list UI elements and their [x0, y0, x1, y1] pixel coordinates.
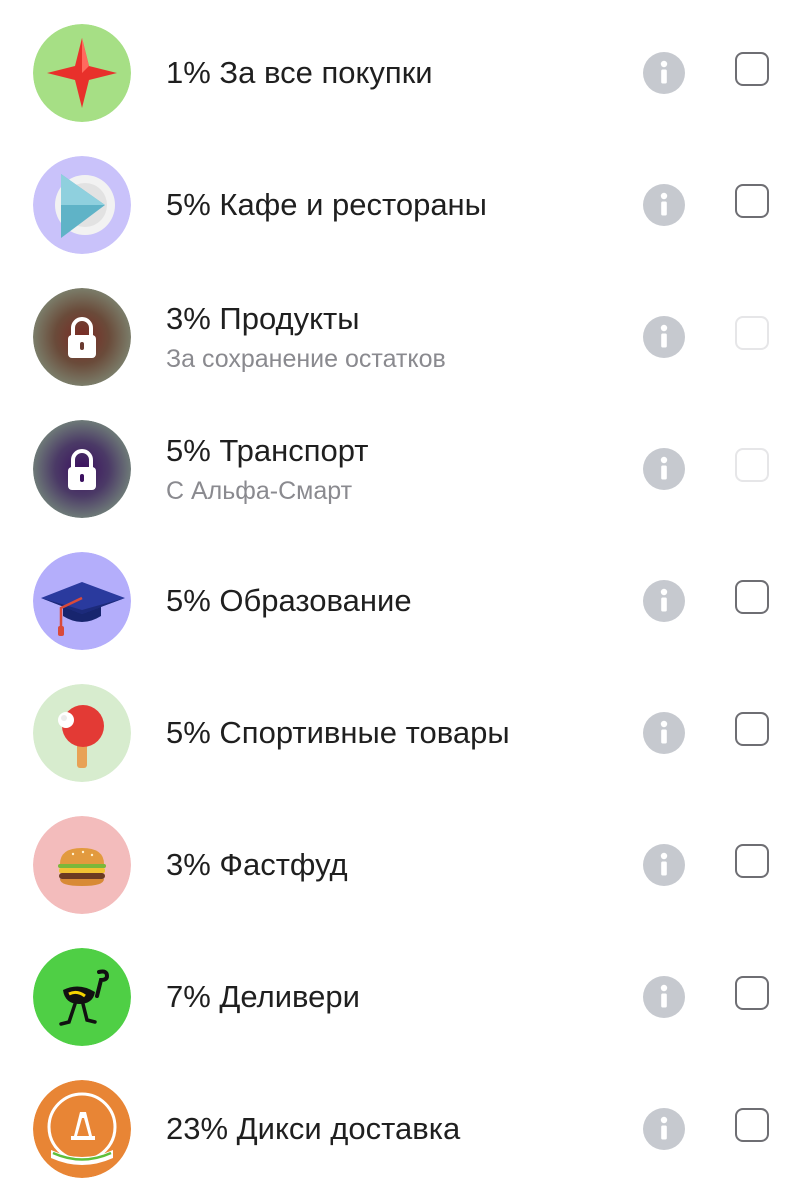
category-title: 1% За все покупки: [166, 55, 433, 90]
category-title: 5% Кафе и рестораны: [166, 187, 487, 222]
dixy-logo-icon: [33, 1080, 131, 1178]
category-texts: 23% Дикси доставка: [166, 1110, 626, 1148]
category-texts: 5% Спортивные товары: [166, 714, 626, 752]
category-title: 5% Образование: [166, 583, 412, 618]
category-avatar: [33, 156, 131, 254]
info-icon[interactable]: [643, 1108, 685, 1150]
category-texts: 3% Продукты За сохранение остатков: [166, 300, 626, 374]
category-avatar: [33, 684, 131, 782]
category-avatar: [33, 948, 131, 1046]
category-title: 5% Транспорт: [166, 433, 369, 468]
category-texts: 7% Деливери: [166, 978, 626, 1016]
category-checkbox[interactable]: [735, 580, 769, 614]
category-title: 23% Дикси доставка: [166, 1111, 461, 1146]
red-star-icon: [33, 24, 131, 122]
play-plate-icon: [33, 156, 131, 254]
burger-icon: [33, 816, 131, 914]
category-texts: 5% Кафе и рестораны: [166, 186, 626, 224]
category-row-sports[interactable]: 5% Спортивные товары: [0, 667, 804, 799]
category-title: 3% Фастфуд: [166, 847, 348, 882]
category-checkbox-disabled: [735, 316, 769, 350]
category-texts: 3% Фастфуд: [166, 846, 626, 884]
category-checkbox[interactable]: [735, 184, 769, 218]
category-checkbox[interactable]: [735, 1108, 769, 1142]
category-avatar: [33, 288, 131, 386]
info-icon[interactable]: [643, 316, 685, 358]
category-row-transport[interactable]: 5% Транспорт С Альфа-Смарт: [0, 403, 804, 535]
category-row-cafes[interactable]: 5% Кафе и рестораны: [0, 139, 804, 271]
category-row-fastfood[interactable]: 3% Фастфуд: [0, 799, 804, 931]
category-subtitle: За сохранение остатков: [166, 345, 446, 373]
info-icon[interactable]: [643, 976, 685, 1018]
ping-pong-paddle-icon: [33, 684, 131, 782]
category-title: 3% Продукты: [166, 301, 360, 336]
info-icon[interactable]: [643, 844, 685, 886]
category-checkbox[interactable]: [735, 976, 769, 1010]
category-row-education[interactable]: 5% Образование: [0, 535, 804, 667]
cashback-category-list: 1% За все покупки 5% Кафе и рестораны 3%…: [0, 0, 804, 1200]
category-checkbox[interactable]: [735, 844, 769, 878]
category-row-all-purchases[interactable]: 1% За все покупки: [0, 7, 804, 139]
info-icon[interactable]: [643, 712, 685, 754]
category-texts: 5% Транспорт С Альфа-Смарт: [166, 432, 626, 506]
category-texts: 1% За все покупки: [166, 54, 626, 92]
category-texts: 5% Образование: [166, 582, 626, 620]
category-checkbox[interactable]: [735, 712, 769, 746]
category-subtitle: С Альфа-Смарт: [166, 477, 353, 505]
category-row-delivery-club[interactable]: 7% Деливери: [0, 931, 804, 1063]
category-checkbox-disabled: [735, 448, 769, 482]
lock-icon: [33, 420, 131, 518]
info-icon[interactable]: [643, 448, 685, 490]
category-avatar: [33, 420, 131, 518]
category-checkbox[interactable]: [735, 52, 769, 86]
category-avatar: [33, 816, 131, 914]
category-title: 5% Спортивные товары: [166, 715, 510, 750]
info-icon[interactable]: [643, 580, 685, 622]
category-title: 7% Деливери: [166, 979, 360, 1014]
ostrich-logo-icon: [33, 948, 131, 1046]
lock-icon: [33, 288, 131, 386]
category-avatar: [33, 1080, 131, 1178]
category-avatar: [33, 552, 131, 650]
graduation-cap-icon: [33, 552, 131, 650]
category-avatar: [33, 24, 131, 122]
category-row-dixy[interactable]: 23% Дикси доставка: [0, 1063, 804, 1195]
category-row-groceries[interactable]: 3% Продукты За сохранение остатков: [0, 271, 804, 403]
info-icon[interactable]: [643, 184, 685, 226]
info-icon[interactable]: [643, 52, 685, 94]
